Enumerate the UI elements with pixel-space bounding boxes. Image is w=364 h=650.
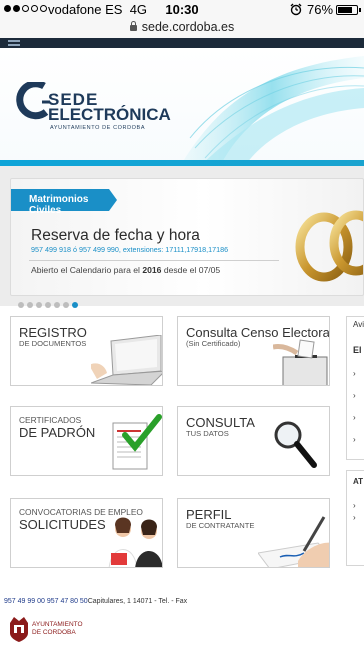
tile-consulta-datos[interactable]: CONSULTA TUS DATOS — [177, 406, 330, 476]
tile-convocatorias-empleo[interactable]: CONVOCATORIAS DE EMPLEO SOLICITUDES — [10, 498, 163, 568]
logo-electronica[interactable]: ELECTRÓNICA — [48, 106, 171, 123]
footer-logo[interactable]: AYUNTAMIENTO DE CORDOBA — [8, 615, 88, 645]
tile-certificados-padron[interactable]: CERTIFICADOS DE PADRÓN — [10, 406, 163, 476]
slider-pagination[interactable] — [18, 302, 78, 308]
battery-percent: 76% — [307, 2, 334, 17]
ballot-box-image — [273, 339, 328, 385]
slider-card[interactable]: Matrimonios Civiles Reserva de fecha y h… — [10, 178, 364, 296]
divider — [29, 260, 279, 261]
address-bar[interactable]: sede.cordoba.es — [0, 20, 364, 38]
footer-address: Capitulares, 1 14071 - Tel. - Fax — [87, 598, 188, 605]
battery-icon — [336, 5, 361, 15]
slider-dot[interactable] — [63, 302, 69, 308]
url-text: sede.cordoba.es — [141, 20, 235, 34]
slide-title: Reserva de fecha y hora — [31, 227, 200, 244]
slide-category-tab: Matrimonios Civiles — [11, 189, 117, 216]
menu-icon[interactable] — [8, 40, 20, 42]
laptop-image — [91, 335, 162, 385]
footer-contact: 957 49 99 00 957 47 80 50Capitulares, 1 … — [4, 598, 187, 605]
slider-dot[interactable] — [27, 302, 33, 308]
logo-ayuntamiento: AYUNTAMIENTO DE CORDOBA — [50, 125, 146, 131]
slider-dot[interactable] — [54, 302, 60, 308]
site-navbar — [0, 38, 364, 48]
page: vodafone ES 4G 10:30 76% sede.cordoba.es — [0, 0, 364, 650]
footer-phones[interactable]: 957 49 99 00 957 47 80 50 — [4, 598, 88, 605]
sidebar-avisos-panel[interactable]: Avi El › › › › — [346, 316, 364, 460]
tile-censo-electoral[interactable]: Consulta Censo Electoral (Sin Certificad… — [177, 316, 330, 386]
tile-perfil-contratante[interactable]: PERFIL DE CONTRATANTE — [177, 498, 330, 568]
wedding-rings-image — [295, 210, 363, 282]
certificate-check-image — [112, 414, 162, 470]
candidates-photo-image — [108, 517, 162, 567]
status-bar: vodafone ES 4G 10:30 76% — [0, 0, 364, 20]
lock-icon — [129, 21, 137, 31]
slide-note: Abierto el Calendario para el 2016 desde… — [31, 265, 221, 275]
slider-dot[interactable] — [72, 302, 78, 308]
slider-dot[interactable] — [18, 302, 24, 308]
slide-phones: 957 499 918 ó 957 499 990, extensiones: … — [31, 245, 229, 254]
city-crest-icon — [10, 617, 28, 642]
sede-logo-icon — [16, 82, 50, 120]
slider-dot[interactable] — [45, 302, 51, 308]
alarm-icon — [290, 3, 302, 16]
tile-registro[interactable]: REGISTRO DE DOCUMENTOS — [10, 316, 163, 386]
magnifier-image — [274, 421, 317, 468]
signing-pen-image — [258, 516, 329, 567]
sidebar-atencion-panel[interactable]: AT › › — [346, 470, 364, 566]
slider-dot[interactable] — [36, 302, 42, 308]
